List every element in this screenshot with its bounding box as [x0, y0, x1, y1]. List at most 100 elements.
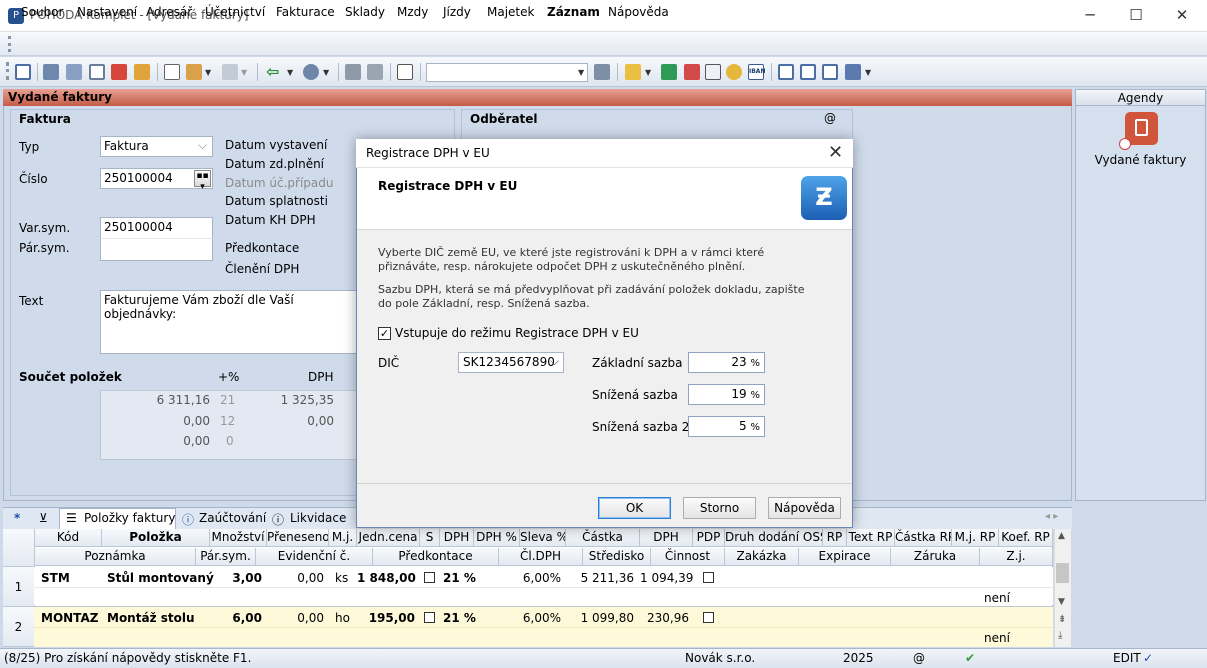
col-jedn-cena[interactable]: Jedn.cena: [357, 529, 420, 547]
quick-fill-dropdown-icon[interactable]: ▼: [205, 68, 211, 77]
table-icon[interactable]: [222, 64, 238, 80]
cell-mnozstvi[interactable]: 3,00: [210, 571, 262, 585]
vstupuje-checkbox[interactable]: ✓: [378, 327, 391, 340]
close-window-icon[interactable]: ✕: [1159, 0, 1205, 32]
col-mj[interactable]: M.j.: [329, 529, 357, 547]
col-cl-dph[interactable]: Čl.DPH: [499, 548, 583, 566]
minimize-icon[interactable]: ─: [1067, 0, 1113, 32]
pdf-icon[interactable]: [111, 64, 127, 80]
odberatel-email-icon[interactable]: @: [824, 111, 836, 125]
search-combo-dropdown-icon[interactable]: ▼: [578, 68, 584, 77]
cell-castka[interactable]: 5 211,36: [566, 571, 634, 585]
maximize-icon[interactable]: ☐: [1113, 0, 1159, 32]
varsym-input[interactable]: 250100004: [100, 217, 213, 238]
eet-icon[interactable]: [661, 64, 677, 80]
tabs-scroll-icon[interactable]: ◂ ▸: [1045, 511, 1058, 522]
status-email-icon[interactable]: @: [913, 651, 925, 665]
help-dropdown-icon[interactable]: ▼: [865, 68, 871, 77]
col-stredisko[interactable]: Středisko: [583, 548, 651, 566]
tab-likvidace[interactable]: Likvidace: [290, 511, 346, 525]
cell-s-checkbox[interactable]: [424, 572, 435, 583]
cell-preneseno[interactable]: 0,00: [267, 611, 324, 625]
settings-gear-icon[interactable]: [303, 64, 319, 80]
chevron-down-icon[interactable]: ⌵: [198, 138, 207, 153]
stamp-icon[interactable]: [684, 64, 700, 80]
table-dropdown-icon[interactable]: ▼: [241, 68, 247, 77]
menu-zaznam[interactable]: Záznam: [547, 5, 600, 19]
col-polozka[interactable]: Položka: [102, 529, 210, 547]
window-split-icon[interactable]: [822, 64, 838, 80]
cell-kod[interactable]: STM: [41, 571, 70, 585]
filter-icon[interactable]: [594, 64, 610, 80]
calculator-icon[interactable]: [705, 64, 721, 80]
col-cinnost[interactable]: Činnost: [651, 548, 725, 566]
snizena-sazba-input[interactable]: 19 %: [688, 384, 765, 405]
filter-tab-icon[interactable]: ⊻: [39, 511, 48, 525]
folder-dropdown-icon[interactable]: ▼: [645, 68, 651, 77]
col-preneseno[interactable]: Přeneseno: [267, 529, 329, 547]
menu-fakturace[interactable]: Fakturace: [276, 5, 335, 19]
menu-nastaveni[interactable]: Nastavení: [77, 5, 137, 19]
cell-pdp-checkbox[interactable]: [703, 612, 714, 623]
col-druh-dodani-oss[interactable]: Druh dodání OSS: [725, 529, 823, 547]
settings-dropdown-icon[interactable]: ▼: [323, 68, 329, 77]
col-text-rp[interactable]: Text RP: [847, 529, 895, 547]
cell-castka[interactable]: 1 099,80: [566, 611, 634, 625]
col-koef-rp[interactable]: Koef. RP: [999, 529, 1053, 547]
save-icon[interactable]: [345, 64, 361, 80]
text-input[interactable]: Fakturujeme Vám zboží dle Vaší objednávk…: [100, 290, 360, 354]
cell-mj[interactable]: ks: [335, 571, 348, 585]
napoveda-button[interactable]: Nápověda: [768, 497, 841, 519]
cell-dph-castka[interactable]: 1 094,39: [640, 571, 693, 585]
col-poznamka[interactable]: Poznámka: [35, 548, 196, 566]
col-evidencni[interactable]: Evidenční č.: [256, 548, 373, 566]
dialog-close-icon[interactable]: ✕: [828, 142, 843, 163]
chevron-down-icon[interactable]: ⌵: [550, 354, 559, 369]
agendy-item-label[interactable]: Vydané faktury: [1076, 153, 1205, 167]
vstupuje-checkbox-label[interactable]: Vstupuje do režimu Registrace DPH v EU: [395, 326, 639, 340]
folder-icon[interactable]: [625, 64, 641, 80]
col-mj-rp[interactable]: M.j. RP: [952, 529, 999, 547]
tab-zauctovani[interactable]: Zaúčtování: [199, 511, 266, 525]
cell-kod[interactable]: MONTAZ: [41, 611, 98, 625]
cell-dph[interactable]: 21 %: [443, 571, 476, 585]
col-zakazka[interactable]: Zakázka: [725, 548, 799, 566]
cell-sleva[interactable]: 6,00%: [520, 571, 561, 585]
save-all-icon[interactable]: [367, 64, 383, 80]
cell-mnozstvi[interactable]: 6,00: [210, 611, 262, 625]
col-zaruka[interactable]: Záruka: [891, 548, 980, 566]
coins-icon[interactable]: [726, 64, 742, 80]
menu-jizdy[interactable]: Jízdy: [443, 5, 471, 19]
agenda-switch-icon[interactable]: [15, 64, 31, 80]
row-number[interactable]: 2: [3, 607, 35, 647]
cell-zj[interactable]: není: [984, 591, 1010, 605]
zakladni-sazba-input[interactable]: 23 %: [688, 352, 765, 373]
col-predkontace[interactable]: Předkontace: [373, 548, 499, 566]
col-expirace[interactable]: Expirace: [799, 548, 891, 566]
cell-jedn-cena[interactable]: 1 848,00: [357, 571, 416, 585]
back-dropdown-icon[interactable]: ▼: [287, 68, 293, 77]
cell-pdp-checkbox[interactable]: [703, 572, 714, 583]
window-icon[interactable]: [778, 64, 794, 80]
cell-dph-castka[interactable]: 230,96: [640, 611, 689, 625]
col-dph[interactable]: DPH: [440, 529, 474, 547]
print-icon[interactable]: [43, 64, 59, 80]
copy-icon[interactable]: [397, 64, 413, 80]
back-arrow-icon[interactable]: ⇦: [266, 62, 279, 81]
menu-mzdy[interactable]: Mzdy: [397, 5, 428, 19]
cell-preneseno[interactable]: 0,00: [267, 571, 324, 585]
scroll-up-icon[interactable]: ▲: [1058, 531, 1065, 541]
menu-majetek[interactable]: Majetek: [487, 5, 534, 19]
search-combo[interactable]: [426, 63, 588, 82]
help-question-icon[interactable]: [845, 64, 861, 80]
scroll-down-icon[interactable]: ▼: [1058, 597, 1065, 607]
col-parsym[interactable]: Pár.sym.: [196, 548, 256, 566]
col-mnozstvi[interactable]: Množství: [210, 529, 267, 547]
asterisk-tab-icon[interactable]: *: [14, 511, 20, 525]
preview-icon[interactable]: [89, 64, 105, 80]
snizena-sazba-2-input[interactable]: 5 %: [688, 416, 765, 437]
dic-select[interactable]: SK1234567890: [458, 352, 564, 373]
print-reports-icon[interactable]: [66, 64, 82, 80]
menu-ucetnictvi[interactable]: Účetnictví: [205, 5, 265, 19]
col-dph-castka[interactable]: DPH: [640, 529, 693, 547]
